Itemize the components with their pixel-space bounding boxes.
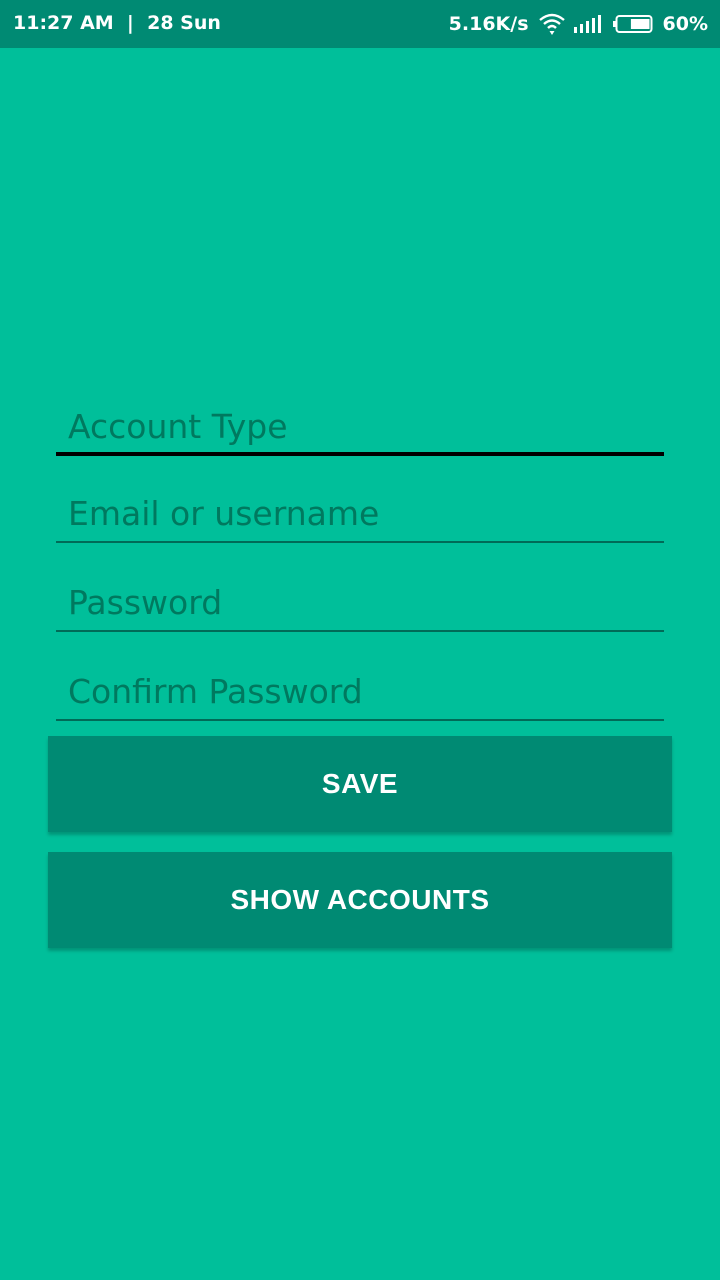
email-field-container (56, 485, 664, 545)
battery-percent: 60% (662, 13, 708, 35)
password-underline (56, 630, 664, 632)
wifi-icon (538, 12, 565, 36)
save-button[interactable]: SAVE (48, 736, 672, 832)
password-input[interactable] (56, 574, 664, 630)
status-time-date: 11:27 AM | 28 Sun (13, 12, 221, 34)
account-type-field-container (56, 398, 664, 458)
status-bar: 11:27 AM | 28 Sun 5.16K/s 60% (0, 0, 720, 48)
account-type-input[interactable] (56, 398, 664, 454)
confirm-password-input[interactable] (56, 663, 664, 719)
account-type-underline (56, 452, 664, 456)
confirm-password-field-container (56, 663, 664, 723)
network-speed: 5.16K/s (448, 13, 529, 35)
password-field-container (56, 574, 664, 634)
email-underline (56, 541, 664, 543)
status-indicators: 5.16K/s 60% (449, 12, 708, 36)
signal-icon (573, 15, 601, 33)
show-accounts-button[interactable]: SHOW ACCOUNTS (48, 852, 672, 948)
confirm-password-underline (56, 719, 664, 721)
battery-icon (612, 15, 653, 33)
email-input[interactable] (56, 485, 664, 541)
